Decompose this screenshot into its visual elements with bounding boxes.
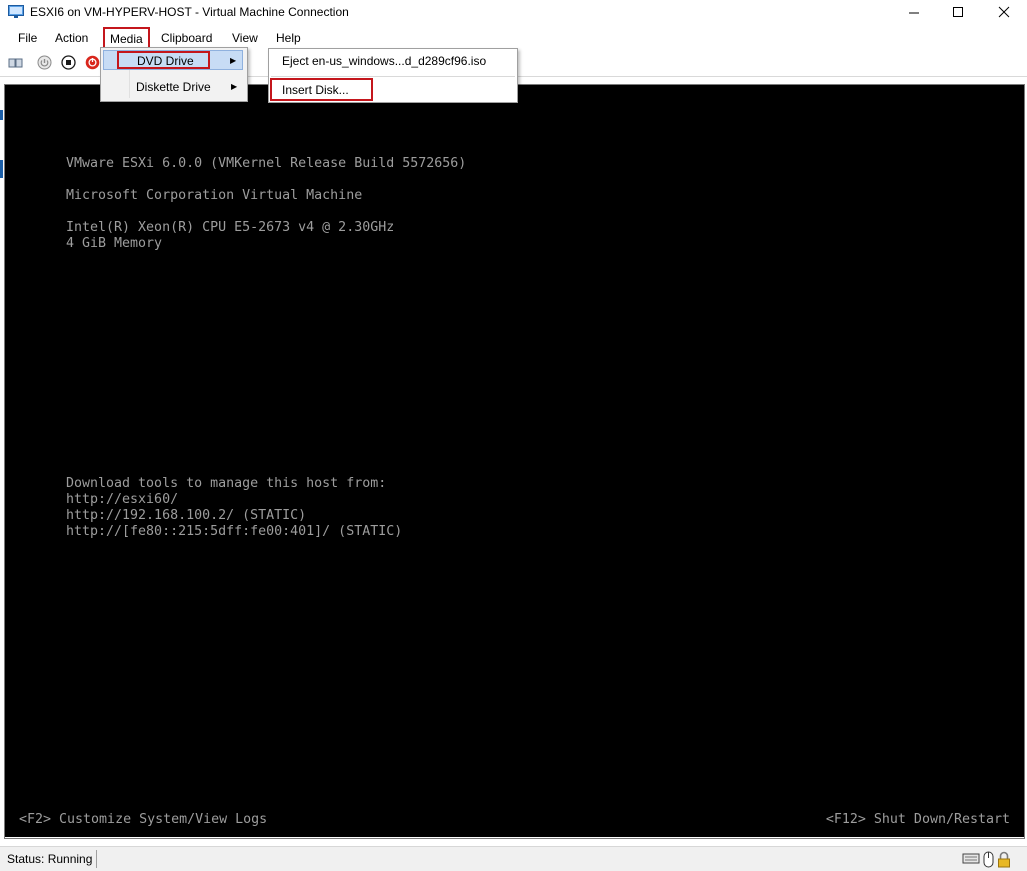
status-separator [96,850,97,868]
menu-item-diskette-drive[interactable]: Diskette Drive ▶ [103,76,243,98]
power-off-icon[interactable] [37,55,52,70]
menu-file[interactable]: File [12,29,43,47]
submenu-arrow-icon: ▶ [231,82,238,91]
menu-clipboard[interactable]: Clipboard [155,29,218,47]
lock-icon [998,851,1010,868]
background-window-edge [0,110,3,120]
keyboard-icon [962,853,980,864]
console-line: http://192.168.100.2/ (STATIC) [66,508,307,523]
menu-action[interactable]: Action [49,29,94,47]
media-menu: DVD Drive ▶ Diskette Drive ▶ [100,47,248,102]
status-text: Status: Running [7,852,93,866]
minimize-icon [909,12,919,14]
menu-item-eject-disk[interactable]: Eject en-us_windows...d_d289cf96.iso [282,54,486,68]
maximize-icon [953,7,963,17]
title-bar: ESXI6 on VM-HYPERV-HOST - Virtual Machin… [0,0,1027,26]
minimize-button[interactable] [891,0,937,26]
menu-item-insert-disk[interactable]: Insert Disk... [282,83,349,97]
vm-monitor-icon [8,5,24,18]
background-window-edge [0,160,3,178]
console-line: VMware ESXi 6.0.0 (VMKernel Release Buil… [66,156,467,171]
console-line: Intel(R) Xeon(R) CPU E5-2673 v4 @ 2.30GH… [66,220,395,235]
shutdown-icon[interactable] [85,55,100,70]
ctrl-alt-del-icon[interactable] [8,55,23,70]
mouse-icon [983,851,994,868]
console-line: Microsoft Corporation Virtual Machine [66,188,363,203]
stop-icon[interactable] [61,55,76,70]
console-footer-right: <F12> Shut Down/Restart [825,812,1010,827]
menu-separator [271,76,515,77]
window-title: ESXI6 on VM-HYPERV-HOST - Virtual Machin… [30,5,349,19]
console-line: http://esxi60/ [66,492,179,507]
menu-view[interactable]: View [226,29,264,47]
menu-item-label: Diskette Drive [136,80,211,94]
status-bar: Status: Running [0,846,1027,871]
vm-console-screen[interactable]: VMware ESXi 6.0.0 (VMKernel Release Buil… [5,84,1024,837]
menu-help[interactable]: Help [270,29,307,47]
console-line: http://[fe80::215:5dff:fe00:401]/ (STATI… [66,524,403,539]
close-button[interactable] [980,0,1026,26]
console-footer-left: <F2> Customize System/View Logs [19,812,268,827]
console-line: Download tools to manage this host from: [66,476,387,491]
highlight-box [117,51,210,69]
maximize-button[interactable] [935,0,981,26]
dvd-drive-submenu: Eject en-us_windows...d_d289cf96.iso Ins… [268,48,518,103]
submenu-arrow-icon: ▶ [230,56,237,65]
menu-bar: File Action Media Clipboard View Help [0,26,1027,51]
console-line: 4 GiB Memory [66,236,163,251]
close-icon [998,6,1010,18]
